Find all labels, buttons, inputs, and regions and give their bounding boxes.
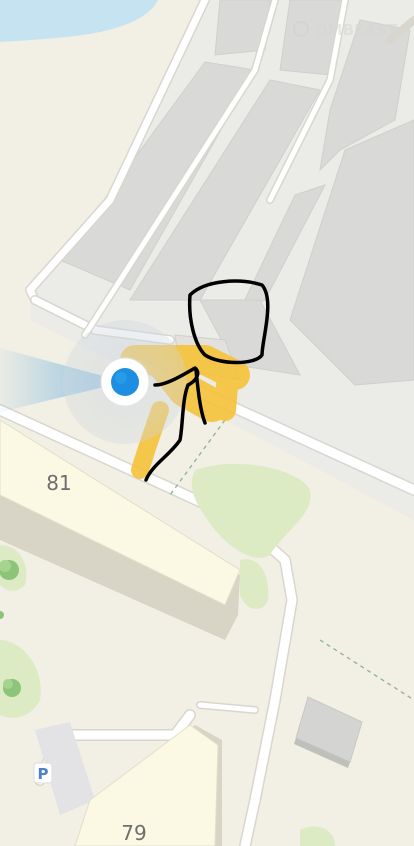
parking-icon[interactable]: P <box>33 762 53 784</box>
building-label-81: 81 <box>46 471 71 495</box>
map-view[interactable]: 81 79 P OMBEAST <box>0 0 414 846</box>
watermark-text: OMBEAST <box>315 21 398 39</box>
map-canvas[interactable]: 81 79 P OMBEAST <box>0 0 414 846</box>
parking-label: P <box>38 765 49 783</box>
building-label-79: 79 <box>121 821 146 845</box>
user-location-icon[interactable] <box>100 357 150 407</box>
